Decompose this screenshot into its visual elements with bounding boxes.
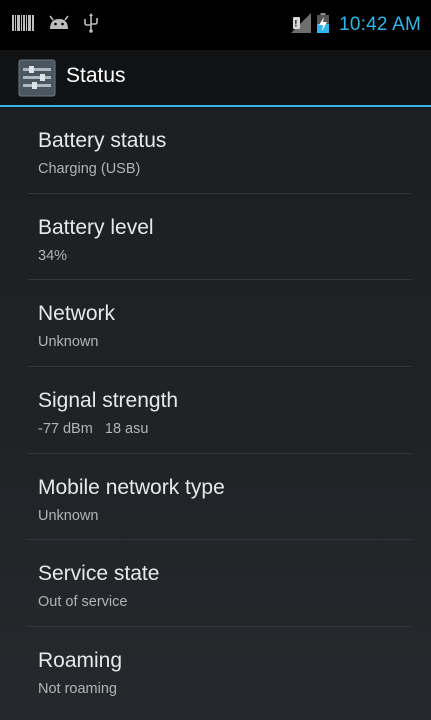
notification-icons xyxy=(12,12,98,38)
item-title: Battery level xyxy=(38,215,154,239)
item-value: -77 dBm 18 asu xyxy=(38,421,149,438)
usb-icon xyxy=(84,12,98,38)
action-bar: Status xyxy=(0,50,431,107)
item-title: Network xyxy=(38,302,116,326)
list-item-network[interactable]: Network Unknown xyxy=(28,280,411,368)
list-item-signal-strength[interactable]: Signal strength -77 dBm 18 asu xyxy=(28,367,411,454)
battery-charging-icon xyxy=(317,12,330,38)
item-title: Battery status xyxy=(38,129,167,152)
item-title: Service state xyxy=(38,562,160,586)
list-item-roaming[interactable]: Roaming Not roaming xyxy=(28,627,411,714)
item-value: Out of service xyxy=(38,594,128,611)
item-value: Unknown xyxy=(38,334,99,351)
item-title: Signal strength xyxy=(38,389,179,413)
item-value: Not roaming xyxy=(38,681,117,698)
page-title: Status xyxy=(66,64,126,87)
clock: 10:42 AM xyxy=(339,14,421,35)
status-list: Battery status Charging (USB) Battery le… xyxy=(0,107,431,714)
item-value: Charging (USB) xyxy=(38,161,141,177)
item-title: Mobile network type xyxy=(38,475,225,499)
item-value: 34% xyxy=(38,247,68,264)
android-debug-icon xyxy=(48,15,70,36)
system-icons: ! 10:42 AM xyxy=(291,12,421,38)
no-signal-icon: ! xyxy=(291,12,312,38)
barcode-icon xyxy=(12,14,34,36)
item-value: Unknown xyxy=(38,507,99,524)
list-item-battery-level[interactable]: Battery level 34% xyxy=(28,194,411,281)
settings-app-icon[interactable] xyxy=(18,59,56,97)
list-item-service-state[interactable]: Service state Out of service xyxy=(28,540,411,628)
status-bar: ! 10:42 AM xyxy=(0,0,431,50)
item-title: Roaming xyxy=(38,649,123,673)
status-screen: ! 10:42 AM Status Battery status Chargin… xyxy=(0,0,431,720)
list-item-mobile-network-type[interactable]: Mobile network type Unknown xyxy=(28,454,411,541)
svg-text:!: ! xyxy=(295,18,298,28)
list-item-battery-status[interactable]: Battery status Charging (USB) xyxy=(28,107,411,194)
